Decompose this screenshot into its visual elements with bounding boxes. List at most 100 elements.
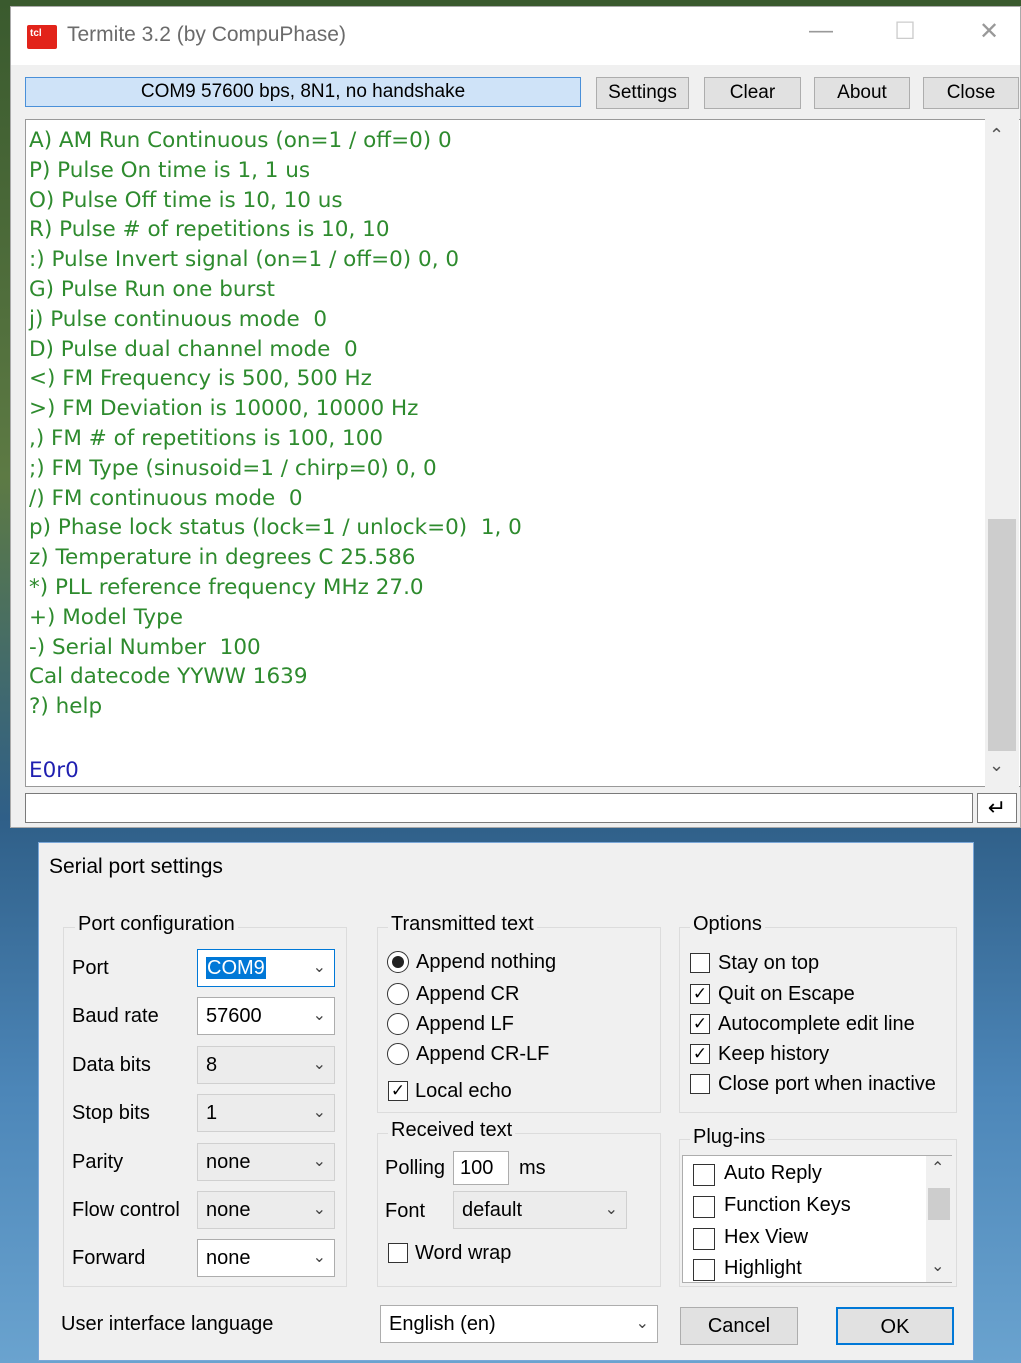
chevron-down-icon: ⌄ <box>312 1249 326 1266</box>
terminal-line: j) Pulse continuous mode 0 <box>29 306 328 332</box>
chevron-down-icon: ⌄ <box>312 1104 326 1121</box>
append-crlf-label: Append CR-LF <box>416 1043 550 1065</box>
terminal-line: Cal datecode YYWW 1639 <box>29 664 308 690</box>
plugins-scroll-thumb[interactable] <box>928 1188 950 1220</box>
terminal-line: p) Phase lock status (lock=1 / unlock=0)… <box>29 515 522 541</box>
close-button[interactable]: Close <box>923 77 1019 109</box>
scroll-down-icon[interactable]: ⌄ <box>931 1256 944 1276</box>
append-cr-radio[interactable] <box>387 983 409 1005</box>
terminal-line: O) Pulse Off time is 10, 10 us <box>29 187 343 213</box>
terminal-output[interactable]: A) AM Run Continuous (on=1 / off=0) 0 P)… <box>25 119 1021 787</box>
chevron-down-icon: ⌄ <box>312 1201 326 1218</box>
received-text-label: Received text <box>388 1119 516 1142</box>
serial-settings-dialog: Serial port settings Port configuration … <box>38 842 974 1361</box>
app-icon-text: tcl <box>30 28 42 39</box>
font-value: default <box>462 1199 523 1221</box>
flow-control-label: Flow control <box>72 1199 180 1221</box>
function-keys-checkbox[interactable] <box>693 1196 715 1218</box>
chevron-down-icon: ⌄ <box>604 1201 618 1218</box>
minimize-icon[interactable]: — <box>801 17 841 45</box>
keep-history-label: Keep history <box>718 1043 830 1065</box>
terminal-line: /) FM continuous mode 0 <box>29 485 303 511</box>
maximize-icon[interactable]: ☐ <box>885 17 925 46</box>
close-port-checkbox[interactable] <box>690 1074 710 1094</box>
language-value: English (en) <box>389 1313 496 1335</box>
baud-rate-label: Baud rate <box>72 1005 159 1027</box>
scroll-up-icon[interactable]: ⌃ <box>989 125 1004 146</box>
font-select[interactable]: default ⌄ <box>453 1191 627 1229</box>
scroll-down-icon[interactable]: ⌄ <box>989 755 1004 776</box>
data-bits-select[interactable]: 8 ⌄ <box>197 1046 335 1084</box>
forward-label: Forward <box>72 1247 146 1269</box>
about-button[interactable]: About <box>814 77 910 109</box>
ok-button[interactable]: OK <box>836 1307 954 1345</box>
append-nothing-radio[interactable] <box>387 951 409 973</box>
chevron-down-icon: ⌄ <box>635 1315 649 1332</box>
echo-line: E0r0 <box>29 758 79 783</box>
hex-view-checkbox[interactable] <box>693 1228 715 1250</box>
terminal-line: G) Pulse Run one burst <box>29 276 275 302</box>
stop-bits-label: Stop bits <box>72 1102 150 1124</box>
parity-label: Parity <box>72 1151 124 1173</box>
word-wrap-checkbox[interactable] <box>388 1243 408 1263</box>
port-value: COM9 <box>206 957 266 979</box>
terminal-lines: A) AM Run Continuous (on=1 / off=0) 0 P)… <box>29 126 522 722</box>
title-bar[interactable]: tcl Termite 3.2 (by CompuPhase) — ☐ ✕ <box>11 7 1020 65</box>
terminal-line: :) Pulse Invert signal (on=1 / off=0) 0,… <box>29 247 460 273</box>
auto-reply-checkbox[interactable] <box>693 1164 715 1186</box>
window-title: Termite 3.2 (by CompuPhase) <box>67 23 346 46</box>
local-echo-label: Local echo <box>415 1080 512 1102</box>
options-label: Options <box>690 913 765 936</box>
terminal-line: P) Pulse On time is 1, 1 us <box>29 157 311 183</box>
connection-status[interactable]: COM9 57600 bps, 8N1, no handshake <box>25 77 581 107</box>
close-icon[interactable]: ✕ <box>969 17 1009 46</box>
scroll-up-icon[interactable]: ⌃ <box>931 1158 944 1178</box>
flow-control-select[interactable]: none ⌄ <box>197 1191 335 1229</box>
terminal-line: z) Temperature in degrees C 25.586 <box>29 545 416 571</box>
stop-bits-select[interactable]: 1 ⌄ <box>197 1094 335 1132</box>
terminal-line: ;) FM Type (sinusoid=1 / chirp=0) 0, 0 <box>29 455 437 481</box>
port-config-label: Port configuration <box>75 913 238 936</box>
command-input[interactable] <box>25 793 973 823</box>
termite-app-icon: tcl <box>27 25 57 49</box>
polling-label: Polling <box>385 1157 446 1179</box>
settings-button[interactable]: Settings <box>596 77 689 109</box>
terminal-line: +) Model Type <box>29 604 184 630</box>
autocomplete-checkbox[interactable]: ✓ <box>690 1014 710 1034</box>
port-select[interactable]: COM9 ⌄ <box>197 949 335 987</box>
clear-button[interactable]: Clear <box>704 77 801 109</box>
terminal-line: >) FM Deviation is 10000, 10000 Hz <box>29 396 419 422</box>
send-icon[interactable]: ↵ <box>977 793 1017 823</box>
forward-select[interactable]: none ⌄ <box>197 1239 335 1277</box>
terminal-line: <) FM Frequency is 500, 500 Hz <box>29 366 372 392</box>
flow-control-value: none <box>206 1199 251 1221</box>
parity-select[interactable]: none ⌄ <box>197 1143 335 1181</box>
highlight-checkbox[interactable] <box>693 1259 715 1281</box>
highlight-label: Highlight <box>724 1257 802 1279</box>
dialog-title: Serial port settings <box>49 855 223 878</box>
baud-rate-value: 57600 <box>206 1005 262 1027</box>
termite-window: tcl Termite 3.2 (by CompuPhase) — ☐ ✕ CO… <box>10 6 1021 828</box>
autocomplete-label: Autocomplete edit line <box>718 1013 915 1035</box>
font-label: Font <box>385 1200 426 1222</box>
append-lf-radio[interactable] <box>387 1013 409 1035</box>
terminal-line: D) Pulse dual channel mode 0 <box>29 336 358 362</box>
keep-history-checkbox[interactable]: ✓ <box>690 1044 710 1064</box>
plugins-list[interactable]: Auto Reply Function Keys Hex View Highli… <box>682 1155 952 1283</box>
local-echo-checkbox[interactable]: ✓ <box>388 1081 408 1101</box>
append-nothing-label: Append nothing <box>416 951 557 973</box>
quit-on-escape-checkbox[interactable]: ✓ <box>690 984 710 1004</box>
scrollbar-thumb[interactable] <box>988 519 1016 751</box>
terminal-line: *) PLL reference frequency MHz 27.0 <box>29 574 424 600</box>
word-wrap-label: Word wrap <box>415 1242 512 1264</box>
append-cr-label: Append CR <box>416 983 520 1005</box>
parity-value: none <box>206 1151 251 1173</box>
baud-rate-select[interactable]: 57600 ⌄ <box>197 997 335 1035</box>
stay-on-top-checkbox[interactable] <box>690 953 710 973</box>
quit-on-escape-label: Quit on Escape <box>718 983 855 1005</box>
chevron-down-icon: ⌄ <box>312 1153 326 1170</box>
append-crlf-radio[interactable] <box>387 1043 409 1065</box>
language-select[interactable]: English (en) ⌄ <box>380 1305 658 1343</box>
polling-input[interactable]: 100 <box>453 1151 509 1185</box>
cancel-button[interactable]: Cancel <box>680 1307 798 1345</box>
